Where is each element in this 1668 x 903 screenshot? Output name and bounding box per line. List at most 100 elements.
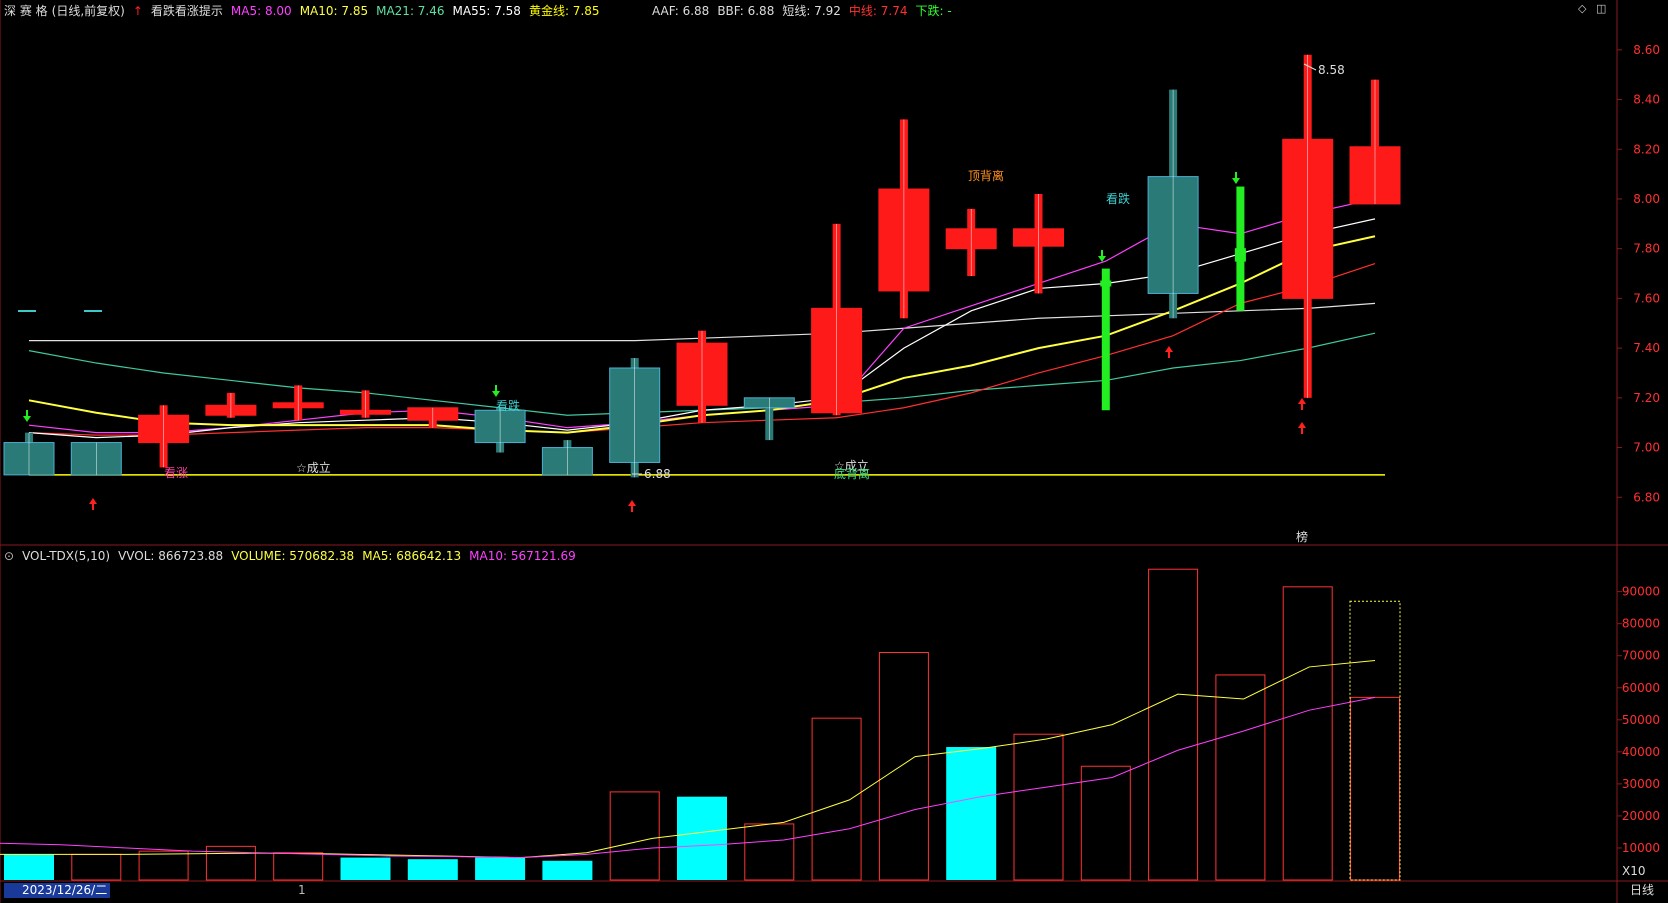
down-arrow-icon [1232, 172, 1240, 184]
arrow-head [1298, 422, 1306, 428]
price-tick-label: 7.40 [1633, 341, 1660, 355]
candle [811, 223, 863, 416]
up-arrow-icon [1298, 422, 1306, 434]
arrow-shaft [495, 385, 497, 391]
candle [1349, 79, 1401, 205]
date-cursor-label: 2023/12/26/二 [4, 883, 110, 898]
volume-bar [1282, 586, 1333, 881]
price-tick-label: 8.00 [1633, 192, 1660, 206]
bullish-label: 看涨 [164, 466, 189, 480]
arrow-shaft [26, 410, 28, 416]
price-tick-label: 8.20 [1633, 142, 1660, 156]
volume-tick-label: 80000 [1622, 617, 1660, 631]
price-tick-label: 7.00 [1633, 441, 1660, 455]
established-label-1: ☆成立 [296, 461, 331, 475]
volume-forecast-outline [1349, 600, 1401, 881]
down-arrow-icon [1098, 250, 1106, 262]
candle [474, 407, 526, 453]
candle [945, 208, 997, 277]
candle [1147, 89, 1199, 319]
price-tick-label: 8.40 [1633, 93, 1660, 107]
arrow-head [1165, 346, 1173, 352]
price-tick-label: 6.80 [1633, 490, 1660, 504]
corner-marker: 榜 [1296, 530, 1309, 544]
candle-wick [1101, 268, 1110, 411]
volume-bar [1148, 568, 1199, 881]
volume-tick-label: 40000 [1622, 745, 1660, 759]
volume-tick-label: 20000 [1622, 809, 1660, 823]
arrow-shaft [92, 504, 94, 510]
volume-bar [475, 857, 526, 880]
up-arrow-icon [89, 498, 97, 510]
candle-body [1234, 248, 1246, 262]
volume-bar [946, 747, 997, 880]
arrow-shaft [1168, 352, 1170, 358]
price-tick-label: 7.20 [1633, 391, 1660, 405]
volume-bar [71, 853, 122, 881]
candle [205, 392, 257, 418]
down-arrow-icon [492, 385, 500, 397]
up-arrow-icon [1165, 346, 1173, 358]
volume-bar [1013, 733, 1064, 881]
volume-bar [744, 823, 795, 881]
max-price-label: 8.58 [1318, 63, 1345, 77]
volume-bar [138, 850, 189, 881]
volume-bar [340, 857, 391, 880]
candle [1282, 54, 1334, 398]
price-tick-label: 7.80 [1633, 242, 1660, 256]
marker-dash [84, 310, 102, 312]
candle [3, 432, 55, 476]
volume-tick-label: 10000 [1622, 841, 1660, 855]
volume-bar [4, 854, 54, 880]
price-tick-label: 8.60 [1633, 43, 1660, 57]
volume-bar [677, 796, 727, 880]
arrow-shaft [1301, 404, 1303, 410]
down-arrow-icon [23, 410, 31, 422]
arrow-shaft [1301, 428, 1303, 434]
top-divergence-label: 顶背离 [968, 169, 1005, 183]
volume-tick-label: 50000 [1622, 713, 1660, 727]
arrow-head [628, 500, 636, 506]
candle [70, 442, 122, 476]
arrow-head [23, 416, 31, 422]
period-button[interactable]: 日线 [1630, 883, 1654, 897]
volume-bar [407, 859, 458, 880]
candle [1234, 186, 1246, 311]
volume-scale-label: X10 [1622, 864, 1646, 878]
min-price-label: 6.88 [644, 467, 671, 481]
up-arrow-icon [1298, 398, 1306, 410]
candle [1100, 268, 1112, 411]
volume-bar [1215, 674, 1266, 881]
volume-bar [878, 652, 929, 881]
candle-body [1100, 280, 1112, 287]
candle [272, 385, 324, 421]
stock-chart-window: 深 赛 格 (日线,前复权) ↑ 看跌看涨提示 MA5: 8.00 MA10: 7.85 M… [0, 0, 1668, 903]
volume-tick-label: 90000 [1622, 585, 1660, 599]
volume-bar [609, 791, 660, 881]
candle [609, 358, 661, 478]
candle [541, 440, 593, 476]
candle [1013, 194, 1064, 294]
arrow-shaft [631, 506, 633, 512]
volume-tick-label: 30000 [1622, 777, 1660, 791]
volume-tick-label: 70000 [1622, 649, 1660, 663]
bearish-label-right: 看跌 [1106, 192, 1131, 206]
bottom-divergence-label: 底背离 [834, 467, 871, 481]
candle [138, 405, 190, 468]
arrow-shaft [1101, 250, 1103, 256]
arrow-shaft [1235, 172, 1237, 178]
volume-bar [273, 852, 324, 881]
arrow-head [89, 498, 97, 504]
volume-bar [811, 717, 862, 881]
marker-dash [18, 310, 36, 312]
arrow-head [1298, 398, 1306, 404]
volume-tick-label: 60000 [1622, 681, 1660, 695]
volume-bar [1080, 765, 1131, 881]
up-arrow-icon [628, 500, 636, 512]
arrow-head [1232, 178, 1240, 184]
footer-marker: 1 [298, 883, 306, 897]
arrow-head [492, 391, 500, 397]
bearish-label-left: 看跌 [496, 399, 521, 413]
volume-bar [1350, 696, 1400, 881]
chart-svg[interactable]: 8.60 8.40 8.20 8.00 7.80 7.60 7.40 7.20 7.00 6.80… [0, 0, 1668, 903]
